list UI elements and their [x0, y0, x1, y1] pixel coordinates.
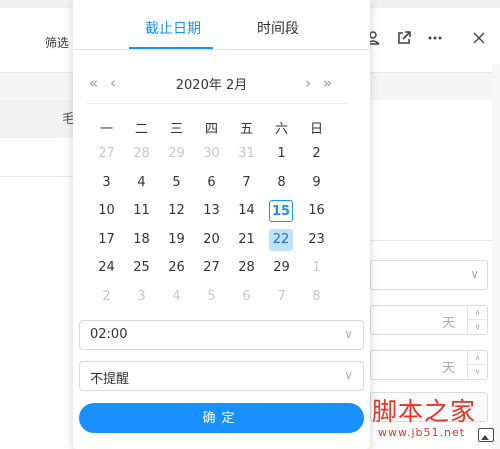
number-stepper[interactable]: ∧ ∨ — [467, 351, 487, 379]
more-icon[interactable] — [426, 30, 444, 48]
calendar-day[interactable]: 24 — [89, 257, 124, 279]
filter-label[interactable]: 筛选 — [45, 34, 69, 51]
weekday-label: 三 — [169, 122, 183, 137]
calendar-day[interactable]: 10 — [89, 200, 124, 222]
calendar-day[interactable]: 2 — [89, 286, 124, 308]
calendar-day[interactable]: 30 — [194, 143, 229, 165]
calendar-day[interactable]: 18 — [124, 229, 159, 251]
weekday-label: 四 — [204, 122, 218, 137]
watermark-text: 脚本之家 — [372, 397, 477, 426]
calendar-day[interactable]: 5 — [159, 172, 194, 194]
calendar-day-selected[interactable]: 22 — [269, 228, 293, 251]
calendar-day[interactable]: 28 — [229, 257, 264, 279]
confirm-button[interactable]: 确定 — [79, 403, 364, 433]
calendar-day[interactable]: 2 — [299, 143, 334, 165]
tab-deadline[interactable]: 截止日期 — [145, 18, 201, 38]
chevron-down-icon: ∨ — [344, 327, 353, 341]
calendar-day[interactable]: 20 — [194, 229, 229, 251]
calendar-day[interactable]: 6 — [229, 286, 264, 308]
calendar-day[interactable]: 17 — [89, 229, 124, 251]
calendar-day[interactable]: 29 — [264, 257, 299, 279]
calendar-day[interactable]: 23 — [299, 229, 334, 251]
next-year-button[interactable]: » — [323, 74, 332, 92]
weekday-label: 一 — [99, 122, 113, 137]
calendar-day[interactable]: 19 — [159, 229, 194, 251]
divider — [0, 176, 76, 177]
calendar-day[interactable]: 8 — [299, 286, 334, 308]
image-icon[interactable] — [478, 428, 494, 442]
time-value: 02:00 — [90, 327, 128, 342]
calendar-divider — [87, 103, 347, 104]
days-number-field[interactable]: 天 ∧ ∨ — [370, 350, 488, 380]
calendar-day[interactable]: 11 — [124, 200, 159, 222]
calendar-day[interactable]: 12 — [159, 200, 194, 222]
weekday-row: 一二三四五六日 — [89, 118, 334, 137]
chevron-down-icon: ∨ — [344, 368, 353, 382]
calendar-day[interactable]: 14 — [229, 200, 264, 222]
calendar-day[interactable]: 25 — [124, 257, 159, 279]
calendar-day[interactable]: 6 — [194, 172, 229, 194]
chevron-down-icon: ∨ — [470, 267, 479, 281]
weekday-label: 六 — [274, 122, 288, 137]
calendar-day-today[interactable]: 15 — [269, 200, 293, 222]
time-select[interactable]: 02:00 ∨ — [79, 320, 364, 350]
calendar-day[interactable]: 27 — [89, 143, 124, 165]
calendar-day[interactable]: 28 — [124, 143, 159, 165]
close-icon[interactable] — [470, 30, 488, 48]
calendar-day[interactable]: 9 — [299, 172, 334, 194]
weekday-label: 二 — [134, 122, 148, 137]
active-tab-indicator — [129, 47, 213, 49]
days-number-field[interactable]: 天 ∧ ∨ — [370, 305, 488, 335]
calendar-day[interactable]: 31 — [229, 143, 264, 165]
external-link-icon[interactable] — [395, 30, 413, 48]
weekday-label: 日 — [309, 122, 323, 137]
calendar-day[interactable]: 3 — [124, 286, 159, 308]
scrollbar[interactable] — [492, 64, 500, 449]
side-select-field[interactable]: ∨ — [370, 260, 488, 290]
calendar-day[interactable]: 13 — [194, 200, 229, 222]
reminder-select[interactable]: 不提醒 ∨ — [79, 361, 364, 391]
date-picker-popup: 截止日期 时间段 « ‹ 2020年 2月 › » 一二三四五六日 27 28 29… — [73, 0, 370, 449]
weekday-label: 五 — [239, 122, 253, 137]
divider — [368, 240, 500, 241]
calendar-day[interactable]: 1 — [264, 143, 299, 165]
calendar-day[interactable]: 21 — [229, 229, 264, 251]
calendar-day[interactable]: 8 — [264, 172, 299, 194]
calendar-day[interactable]: 16 — [299, 200, 334, 222]
watermark-url: www.jb51.net — [378, 426, 466, 439]
picker-tabs: 截止日期 时间段 — [73, 0, 370, 50]
calendar-day[interactable]: 4 — [159, 286, 194, 308]
calendar-day[interactable]: 7 — [264, 286, 299, 308]
calendar-day[interactable]: 7 — [229, 172, 264, 194]
number-stepper[interactable]: ∧ ∨ — [467, 306, 487, 334]
calendar-day[interactable]: 5 — [194, 286, 229, 308]
calendar-day[interactable]: 1 — [299, 257, 334, 279]
calendar-day[interactable]: 26 — [159, 257, 194, 279]
next-month-button[interactable]: › — [305, 74, 311, 92]
calendar-day[interactable]: 27 — [194, 257, 229, 279]
calendar-day[interactable]: 4 — [124, 172, 159, 194]
calendar-day[interactable]: 3 — [89, 172, 124, 194]
reminder-value: 不提醒 — [90, 372, 130, 387]
calendar-header: « ‹ 2020年 2月 › » — [73, 70, 370, 98]
unit-label: 天 — [441, 316, 455, 331]
unit-label: 天 — [441, 361, 455, 376]
tab-time-range[interactable]: 时间段 — [257, 18, 299, 38]
calendar-day[interactable]: 29 — [159, 143, 194, 165]
